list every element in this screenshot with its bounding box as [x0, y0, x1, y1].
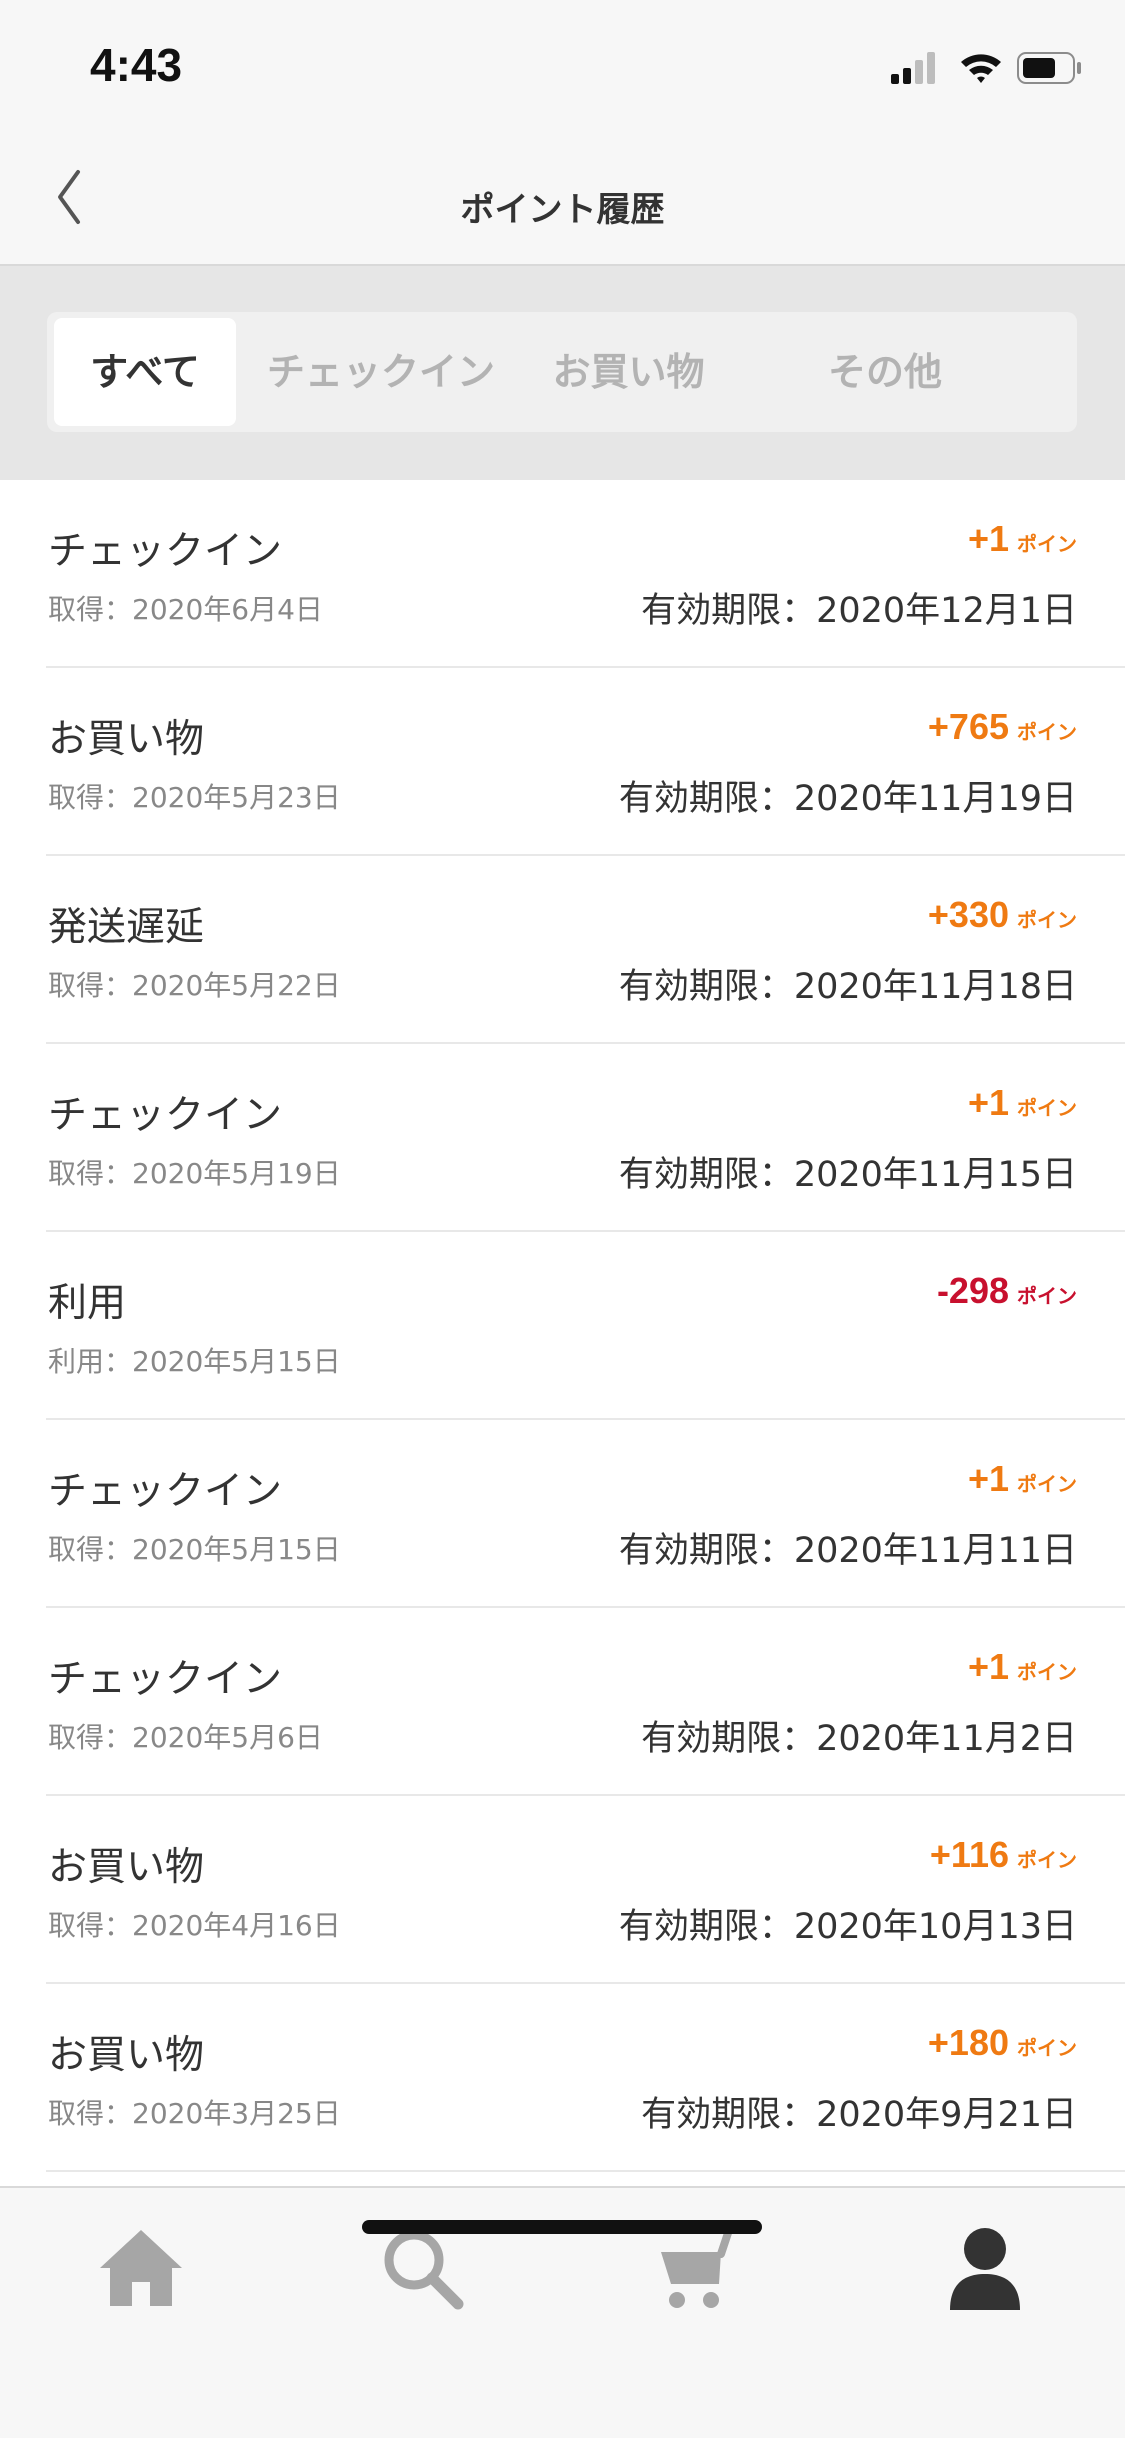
item-points: +765 ポイン [928, 706, 1077, 748]
tab-other[interactable]: その他 [775, 318, 995, 426]
segmented-control: すべて チェックイン お買い物 その他 [47, 312, 1077, 432]
points-value: -298 [936, 1270, 1009, 1311]
item-expiry: 有効期限：2020年11月2日 [641, 1719, 1077, 1759]
points-unit: ポイン [1017, 1850, 1077, 1872]
points-value: +765 [927, 706, 1009, 747]
points-unit: ポイン [1017, 1662, 1077, 1684]
item-points: +1 ポイン [968, 1646, 1077, 1688]
item-expiry: 有効期限：2020年9月21日 [641, 2095, 1077, 2135]
tab-all[interactable]: すべて [54, 318, 236, 426]
item-date: 取得：2020年5月6日 [48, 1721, 323, 1754]
item-date: 取得：2020年3月25日 [48, 2097, 341, 2130]
wifi-icon [961, 54, 1001, 83]
points-unit: ポイン [1017, 2038, 1077, 2060]
item-title: 発送遅延 [48, 905, 205, 950]
list-item[interactable]: 発送遅延 取得：2020年5月22日 +330 ポイン 有効期限：2020年11月… [46, 856, 1125, 1044]
item-date: 取得：2020年5月19日 [48, 1157, 341, 1190]
points-unit: ポイン [1017, 1286, 1077, 1308]
item-date: 利用：2020年5月15日 [48, 1345, 341, 1378]
list-item[interactable]: チェックイン 取得：2020年6月4日 +1 ポイン 有効期限：2020年12月1… [46, 480, 1125, 668]
points-unit: ポイン [1017, 1474, 1077, 1496]
list-item[interactable]: お買い物 取得：2020年5月23日 +765 ポイン 有効期限：2020年11月… [46, 668, 1125, 856]
item-expiry: 有効期限：2020年11月18日 [618, 967, 1077, 1007]
points-unit: ポイン [1017, 910, 1077, 932]
tab-account[interactable] [940, 2224, 1030, 2314]
cart-icon [661, 2226, 747, 2308]
tab-home[interactable] [96, 2224, 186, 2314]
points-value: +180 [927, 2022, 1009, 2063]
item-date: 取得：2020年6月4日 [48, 593, 323, 626]
item-date: 取得：2020年5月22日 [48, 969, 341, 1002]
home-icon [100, 2230, 182, 2306]
item-points: -298 ポイン [937, 1270, 1077, 1312]
status-bar: 4:43 [0, 0, 1125, 132]
signal-icon [891, 52, 935, 84]
item-expiry: 有効期限：2020年11月15日 [618, 1155, 1077, 1195]
item-expiry: 有効期限：2020年10月13日 [618, 1907, 1077, 1947]
point-history-list: チェックイン 取得：2020年6月4日 +1 ポイン 有効期限：2020年12月1… [0, 480, 1125, 2172]
points-value: +1 [967, 1646, 1009, 1687]
item-expiry: 有効期限：2020年11月19日 [618, 779, 1077, 819]
home-indicator [362, 2220, 762, 2234]
points-unit: ポイン [1017, 1098, 1077, 1120]
points-value: +1 [967, 1458, 1009, 1499]
list-item[interactable]: チェックイン 取得：2020年5月6日 +1 ポイン 有効期限：2020年11月2… [46, 1608, 1125, 1796]
tab-cart[interactable] [657, 2224, 747, 2314]
item-expiry: 有効期限：2020年12月1日 [641, 591, 1077, 631]
item-date: 取得：2020年4月16日 [48, 1909, 341, 1942]
user-icon [950, 2228, 1020, 2310]
list-item[interactable]: 利用 利用：2020年5月15日 -298 ポイン [46, 1232, 1125, 1420]
list-item[interactable]: お買い物 取得：2020年4月16日 +116 ポイン 有効期限：2020年10月… [46, 1796, 1125, 1984]
points-value: +1 [967, 518, 1009, 559]
list-item[interactable]: チェックイン 取得：2020年5月19日 +1 ポイン 有効期限：2020年11月… [46, 1044, 1125, 1232]
points-unit: ポイン [1017, 722, 1077, 744]
tab-shopping[interactable]: お買い物 [516, 318, 741, 426]
item-points: +180 ポイン [928, 2022, 1077, 2064]
list-item[interactable]: チェックイン 取得：2020年5月15日 +1 ポイン 有効期限：2020年11月… [46, 1420, 1125, 1608]
item-title: お買い物 [48, 2033, 205, 2078]
list-item[interactable]: お買い物 取得：2020年3月25日 +180 ポイン 有効期限：2020年9月2… [46, 1984, 1125, 2172]
item-title: チェックイン [48, 529, 283, 574]
page-title: ポイント履歴 [460, 190, 665, 230]
points-value: +116 [929, 1834, 1009, 1875]
item-date: 取得：2020年5月23日 [48, 781, 341, 814]
item-points: +1 ポイン [968, 1458, 1077, 1500]
tab-search[interactable] [378, 2224, 468, 2314]
status-time: 4:43 [90, 39, 183, 91]
item-title: お買い物 [48, 1845, 205, 1890]
status-icons [891, 52, 1081, 84]
item-title: 利用 [48, 1281, 127, 1326]
item-date: 取得：2020年5月15日 [48, 1533, 341, 1566]
search-icon [384, 2230, 464, 2310]
nav-bar: ポイント履歴 [0, 132, 1125, 266]
item-points: +330 ポイン [928, 894, 1077, 936]
points-unit: ポイン [1017, 534, 1077, 556]
filter-area: すべて チェックイン お買い物 その他 [0, 266, 1125, 480]
item-points: +1 ポイン [968, 518, 1077, 560]
tab-checkin[interactable]: チェックイン [246, 318, 516, 426]
item-title: お買い物 [48, 717, 205, 762]
points-value: +1 [967, 1082, 1009, 1123]
item-title: チェックイン [48, 1469, 283, 1514]
item-points: +1 ポイン [968, 1082, 1077, 1124]
item-title: チェックイン [48, 1093, 283, 1138]
points-value: +330 [927, 894, 1009, 935]
item-expiry: 有効期限：2020年11月11日 [618, 1531, 1077, 1571]
item-points: +116 ポイン [930, 1834, 1077, 1876]
battery-icon [1017, 52, 1081, 84]
item-title: チェックイン [48, 1657, 283, 1702]
